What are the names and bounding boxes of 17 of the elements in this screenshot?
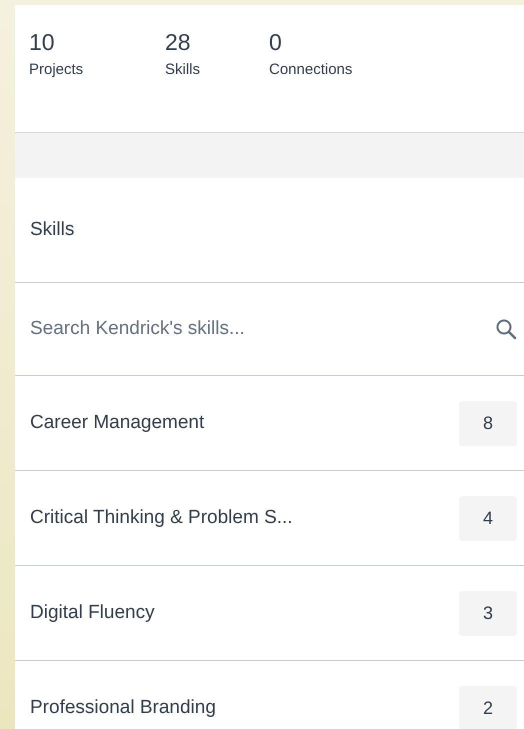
stat-value: 10 [29,29,56,55]
skill-name[interactable]: Career Management [30,412,459,434]
search-field[interactable]: Search Kendrick's skills... [30,318,495,340]
stat-label: Connections [269,61,352,78]
stat-label: Skills [165,61,202,78]
stat-label: Projects [29,61,84,78]
skill-name[interactable]: Critical Thinking & Problem S... [30,507,459,529]
skill-name[interactable]: Professional Branding [30,697,459,719]
section-title: Skills [30,219,74,241]
stat-value: 0 [269,29,283,55]
skill-count-badge: 8 [459,400,517,446]
skill-count-badge: 2 [459,686,517,729]
skill-count-badge: 4 [459,496,517,540]
search-icon[interactable] [495,318,517,340]
stat-value: 28 [165,29,192,55]
skill-count-badge: 3 [459,590,517,636]
skill-name[interactable]: Digital Fluency [30,602,459,624]
